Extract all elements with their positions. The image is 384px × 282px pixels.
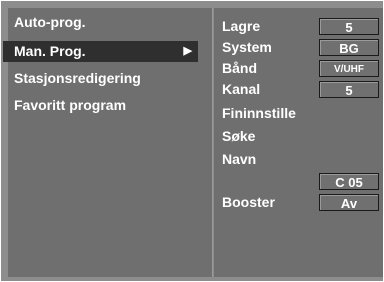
lagre-label: Lagre: [222, 18, 261, 34]
system-label: System: [222, 39, 272, 55]
menu-item-label: Auto-prog.: [14, 14, 86, 30]
kanal-label: Kanal: [222, 81, 261, 97]
menu-item-man-prog[interactable]: Man. Prog. ▶: [3, 41, 198, 62]
soke-label[interactable]: Søke: [222, 127, 255, 146]
booster-value[interactable]: Av: [319, 194, 379, 211]
band-value[interactable]: V/UHF: [319, 60, 379, 77]
menu-item-label: Stasjonsredigering: [14, 70, 141, 86]
menu-item-favoritt-program[interactable]: Favoritt program: [14, 95, 126, 116]
arrow-right-icon: ▶: [183, 45, 192, 57]
booster-label: Booster: [222, 194, 275, 210]
main-menu-panel: Auto-prog. Man. Prog. ▶ Stasjonsredigeri…: [3, 8, 213, 277]
menu-item-stasjonsredigering[interactable]: Stasjonsredigering: [14, 68, 141, 89]
kanal-value[interactable]: 5: [319, 81, 379, 98]
tv-menu-screen: Auto-prog. Man. Prog. ▶ Stasjonsredigeri…: [1, 1, 383, 281]
band-label: Bånd: [222, 60, 257, 76]
menu-item-auto-prog[interactable]: Auto-prog.: [14, 12, 86, 33]
system-value[interactable]: BG: [319, 39, 379, 56]
manual-program-panel: Lagre 5 System BG Bånd V/UHF Kanal 5 Fin…: [214, 8, 383, 277]
fininnstille-label[interactable]: Fininnstille: [222, 104, 296, 123]
lagre-value[interactable]: 5: [319, 18, 379, 35]
navn-value[interactable]: C 05: [319, 173, 379, 190]
menu-item-label: Man. Prog.: [14, 43, 86, 59]
menu-item-label: Favoritt program: [14, 97, 127, 113]
navn-label: Navn: [222, 151, 257, 167]
